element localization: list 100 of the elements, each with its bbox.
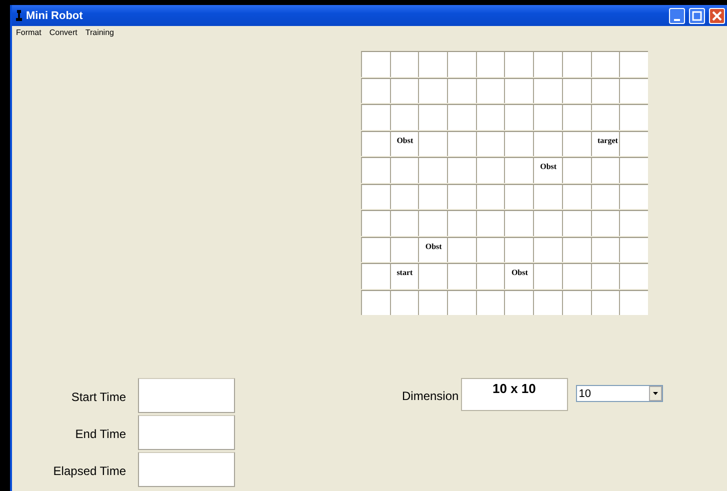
- time-field[interactable]: [138, 452, 235, 487]
- grid-cell[interactable]: [533, 290, 562, 315]
- grid-cell[interactable]: [590, 104, 620, 130]
- grid-cell[interactable]: [590, 184, 620, 209]
- grid-cell[interactable]: [562, 210, 590, 236]
- grid-cell[interactable]: [418, 290, 448, 315]
- grid-cell[interactable]: [418, 210, 448, 236]
- grid-cell[interactable]: [447, 51, 476, 76]
- grid-cell[interactable]: [619, 263, 648, 288]
- grid-cell[interactable]: [476, 130, 504, 156]
- grid-cell[interactable]: [504, 130, 534, 156]
- grid-cell[interactable]: [504, 51, 534, 76]
- grid-cell[interactable]: [418, 130, 448, 156]
- grid-cell[interactable]: [418, 104, 448, 130]
- grid-cell[interactable]: [562, 236, 590, 262]
- grid-cell[interactable]: [504, 78, 534, 103]
- grid-cell[interactable]: [361, 236, 390, 262]
- grid-cell[interactable]: [418, 78, 448, 103]
- grid-cell[interactable]: [361, 290, 390, 315]
- grid-cell[interactable]: [504, 236, 534, 262]
- menu-item[interactable]: Training: [85, 28, 114, 37]
- grid-cell[interactable]: [447, 78, 476, 103]
- grid-cell[interactable]: [533, 210, 562, 236]
- grid-cell[interactable]: [361, 104, 390, 130]
- grid-cell[interactable]: [619, 130, 648, 156]
- grid-cell[interactable]: [562, 157, 590, 182]
- grid-cell[interactable]: [562, 51, 590, 76]
- grid-cell[interactable]: [447, 130, 476, 156]
- grid-cell[interactable]: [619, 290, 648, 315]
- grid-cell[interactable]: [476, 104, 504, 130]
- grid-cell[interactable]: [590, 78, 620, 103]
- grid-cell[interactable]: [390, 236, 418, 262]
- grid-cell[interactable]: [361, 263, 390, 288]
- grid-cell[interactable]: [361, 157, 390, 182]
- grid-cell[interactable]: [504, 290, 534, 315]
- grid-cell[interactable]: [619, 236, 648, 262]
- grid-cell[interactable]: [447, 104, 476, 130]
- grid-cell[interactable]: [390, 184, 418, 209]
- grid-cell[interactable]: [476, 51, 504, 76]
- grid-cell[interactable]: [533, 104, 562, 130]
- grid-cell[interactable]: [390, 210, 418, 236]
- dimension-select[interactable]: 10: [576, 385, 663, 402]
- grid-cell[interactable]: [533, 236, 562, 262]
- grid-cell[interactable]: [418, 263, 448, 288]
- grid-cell[interactable]: [562, 184, 590, 209]
- grid-cell[interactable]: [361, 51, 390, 76]
- grid-cell[interactable]: [418, 157, 448, 182]
- grid-cell[interactable]: [533, 78, 562, 103]
- time-field[interactable]: [138, 378, 235, 413]
- grid-cell[interactable]: [619, 104, 648, 130]
- grid-cell[interactable]: [476, 210, 504, 236]
- grid-cell[interactable]: [390, 78, 418, 103]
- menu-item[interactable]: Convert: [49, 28, 78, 37]
- grid-cell[interactable]: [533, 51, 562, 76]
- grid-cell[interactable]: [476, 236, 504, 262]
- grid-cell[interactable]: [533, 263, 562, 288]
- grid-cell[interactable]: [361, 184, 390, 209]
- grid-cell[interactable]: [504, 104, 534, 130]
- grid-cell[interactable]: [361, 78, 390, 103]
- grid-cell[interactable]: [562, 78, 590, 103]
- grid-cell[interactable]: [590, 290, 620, 315]
- grid-cell[interactable]: [533, 184, 562, 209]
- grid-cell[interactable]: [619, 51, 648, 76]
- grid-cell[interactable]: [476, 184, 504, 209]
- maximize-button[interactable]: [689, 8, 705, 24]
- grid-cell[interactable]: target: [590, 130, 620, 156]
- grid-cell[interactable]: [619, 157, 648, 182]
- grid-cell[interactable]: [390, 290, 418, 315]
- grid-cell[interactable]: [562, 104, 590, 130]
- menu-item[interactable]: Format: [16, 28, 42, 37]
- grid-cell[interactable]: [447, 290, 476, 315]
- grid-cell[interactable]: Obst: [504, 263, 534, 288]
- close-button[interactable]: [709, 8, 725, 24]
- grid-cell[interactable]: [361, 130, 390, 156]
- grid-cell[interactable]: [390, 157, 418, 182]
- grid-cell[interactable]: [562, 130, 590, 156]
- grid-cell[interactable]: [390, 51, 418, 76]
- time-field[interactable]: [138, 415, 235, 450]
- grid-cell[interactable]: [590, 263, 620, 288]
- grid-cell[interactable]: [476, 263, 504, 288]
- grid-cell[interactable]: [590, 236, 620, 262]
- grid-cell[interactable]: [533, 130, 562, 156]
- grid-cell[interactable]: [562, 290, 590, 315]
- grid-cell[interactable]: [562, 263, 590, 288]
- grid-cell[interactable]: [476, 78, 504, 103]
- grid-cell[interactable]: start: [390, 263, 418, 288]
- grid-cell[interactable]: [476, 290, 504, 315]
- grid-cell[interactable]: [504, 157, 534, 182]
- grid-cell[interactable]: [590, 210, 620, 236]
- grid-cell[interactable]: Obst: [418, 236, 448, 262]
- grid-cell[interactable]: [447, 184, 476, 209]
- grid-cell[interactable]: Obst: [390, 130, 418, 156]
- grid-cell[interactable]: [619, 184, 648, 209]
- grid-cell[interactable]: [447, 236, 476, 262]
- grid-cell[interactable]: [504, 184, 534, 209]
- grid-cell[interactable]: [447, 263, 476, 288]
- grid-cell[interactable]: [361, 210, 390, 236]
- grid-cell[interactable]: [504, 210, 534, 236]
- grid-cell[interactable]: [418, 51, 448, 76]
- minimize-button[interactable]: [669, 8, 685, 24]
